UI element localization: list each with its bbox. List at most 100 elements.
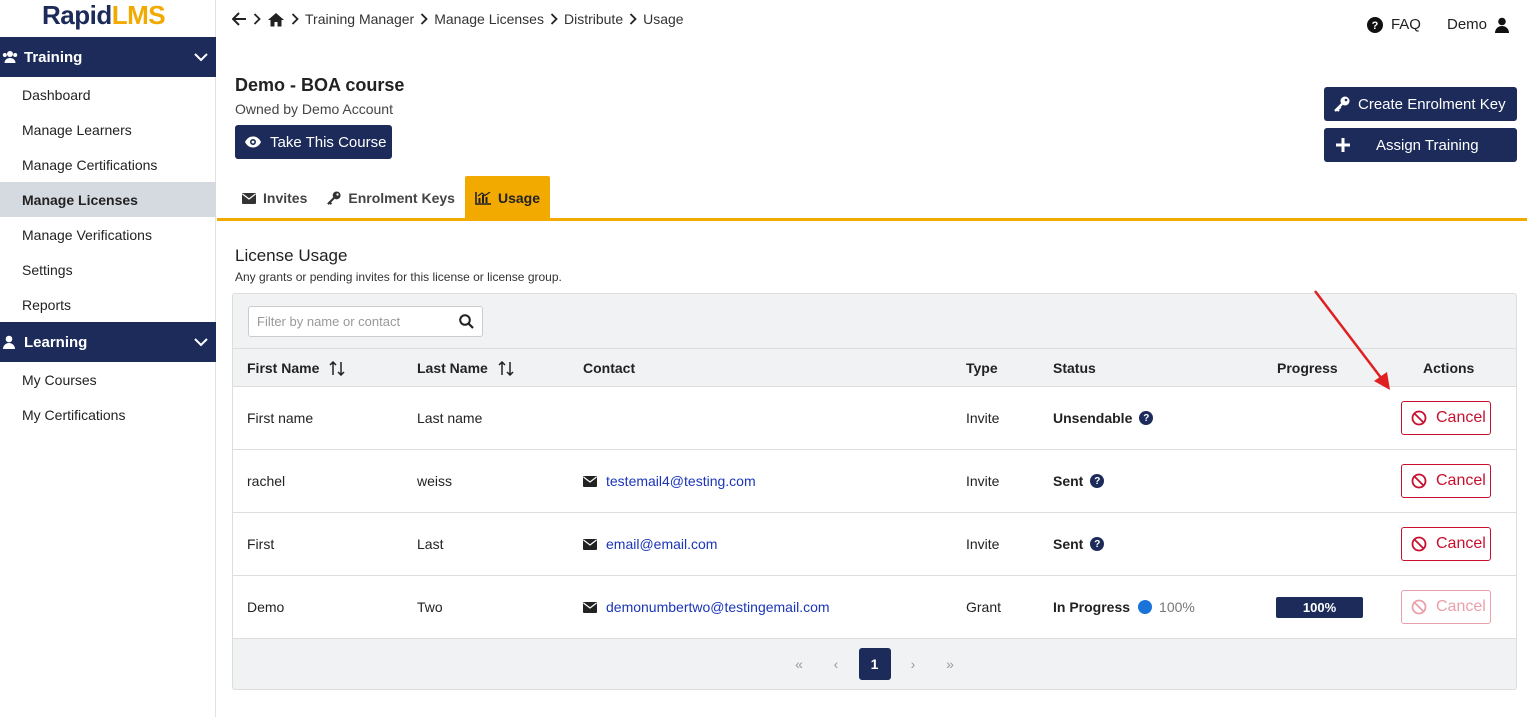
sidebar-section-learning[interactable]: Learning bbox=[0, 322, 216, 362]
cancel-button[interactable]: Cancel bbox=[1401, 590, 1491, 624]
page-last-button[interactable]: » bbox=[932, 648, 969, 680]
contact-email-link[interactable]: testemail4@testing.com bbox=[606, 473, 756, 489]
chevron-down-icon bbox=[194, 334, 208, 351]
cell-first-name: First name bbox=[247, 410, 314, 426]
page-first-button[interactable]: « bbox=[781, 648, 818, 680]
page-prev-button[interactable]: ‹ bbox=[818, 648, 855, 680]
filter-box bbox=[248, 306, 483, 337]
cell-status: Sent ? bbox=[1053, 450, 1105, 512]
take-course-button[interactable]: Take This Course bbox=[235, 125, 392, 159]
th-contact: Contact bbox=[583, 360, 636, 376]
cancel-label: Cancel bbox=[1436, 535, 1486, 552]
user-menu[interactable]: Demo bbox=[1447, 16, 1509, 33]
breadcrumb-usage: Usage bbox=[643, 11, 684, 27]
brand-logo[interactable]: RapidLMS bbox=[42, 0, 166, 32]
th-status: Status bbox=[1053, 360, 1096, 376]
sidebar-item-settings[interactable]: Settings bbox=[0, 252, 216, 287]
panel-title: License Usage bbox=[235, 246, 348, 265]
filter-input[interactable] bbox=[249, 307, 449, 336]
sidebar-section-learning-label: Learning bbox=[24, 333, 88, 351]
search-icon[interactable] bbox=[459, 314, 474, 334]
th-last-name-label: Last Name bbox=[417, 360, 488, 376]
cell-last-name: Last name bbox=[417, 410, 483, 426]
home-icon[interactable] bbox=[267, 12, 285, 27]
course-owner: Owned by Demo Account bbox=[235, 101, 393, 117]
cell-type: Invite bbox=[966, 536, 1000, 552]
sidebar-item-manage-verifications[interactable]: Manage Verifications bbox=[0, 217, 216, 252]
chart-icon bbox=[475, 191, 491, 205]
status-text: Sent bbox=[1053, 473, 1084, 489]
cell-actions: Cancel bbox=[1401, 576, 1491, 638]
breadcrumb-distribute[interactable]: Distribute bbox=[564, 11, 623, 27]
tab-enrolment-keys[interactable]: Enrolment Keys bbox=[317, 176, 465, 220]
th-type: Type bbox=[966, 360, 998, 376]
help-icon[interactable]: ? bbox=[1090, 537, 1105, 551]
th-actions: Actions bbox=[1423, 360, 1475, 376]
cell-first-name: rachel bbox=[247, 473, 286, 489]
cancel-button[interactable]: Cancel bbox=[1401, 527, 1491, 561]
contact-email-link[interactable]: email@email.com bbox=[606, 536, 717, 552]
ban-icon bbox=[1411, 473, 1427, 489]
status-text: Sent bbox=[1053, 536, 1084, 552]
cell-status: Sent ? bbox=[1053, 513, 1105, 575]
sidebar-item-manage-certifications[interactable]: Manage Certifications bbox=[0, 147, 216, 182]
cell-last-name: Two bbox=[417, 599, 443, 615]
sort-icon bbox=[498, 360, 514, 376]
breadcrumb-training-manager[interactable]: Training Manager bbox=[305, 11, 414, 27]
cancel-button[interactable]: Cancel bbox=[1401, 464, 1491, 498]
cell-status: In Progress 100% bbox=[1053, 576, 1195, 638]
breadcrumb-manage-licenses[interactable]: Manage Licenses bbox=[434, 11, 544, 27]
tab-usage[interactable]: Usage bbox=[464, 176, 550, 220]
sidebar-item-my-courses[interactable]: My Courses bbox=[0, 362, 216, 397]
chevron-right-icon bbox=[420, 13, 428, 25]
sidebar-section-training[interactable]: Training bbox=[0, 37, 216, 77]
breadcrumb: Training Manager Manage Licenses Distrib… bbox=[232, 9, 684, 29]
cell-actions: Cancel bbox=[1401, 450, 1491, 512]
sidebar-item-reports[interactable]: Reports bbox=[0, 287, 216, 322]
help-icon[interactable]: ? bbox=[1090, 474, 1105, 488]
create-enrolment-key-button[interactable]: Create Enrolment Key bbox=[1324, 87, 1517, 121]
contact-email-link[interactable]: demonumbertwo@testingemail.com bbox=[606, 599, 830, 615]
sidebar-item-dashboard[interactable]: Dashboard bbox=[0, 77, 216, 112]
eye-icon bbox=[245, 136, 261, 148]
faq-link[interactable]: ? FAQ bbox=[1366, 16, 1421, 33]
chevron-right-icon bbox=[550, 13, 558, 25]
tab-bar: Invites Enrolment Keys Usage bbox=[232, 176, 550, 220]
th-first-name-label: First Name bbox=[247, 360, 320, 376]
back-arrow-icon[interactable] bbox=[232, 12, 247, 26]
sidebar-item-manage-licenses[interactable]: Manage Licenses bbox=[0, 182, 216, 217]
tab-usage-label: Usage bbox=[497, 190, 540, 206]
user-icon bbox=[1495, 17, 1509, 33]
progress-bar: 100% bbox=[1276, 596, 1363, 618]
assign-training-label: Assign Training bbox=[1376, 136, 1479, 154]
status-percent: 100% bbox=[1159, 599, 1195, 615]
page-current-button[interactable]: 1 bbox=[858, 648, 891, 680]
page-next-button[interactable]: › bbox=[895, 648, 932, 680]
annotation-arrow-icon bbox=[1314, 290, 1390, 390]
user-icon bbox=[2, 335, 20, 349]
cancel-button[interactable]: Cancel bbox=[1401, 401, 1491, 435]
top-right-menu: ? FAQ Demo bbox=[1366, 16, 1509, 33]
ban-icon bbox=[1411, 599, 1427, 615]
status-text: Unsendable bbox=[1053, 410, 1133, 426]
chevron-right-icon bbox=[629, 13, 637, 25]
cell-contact: email@email.com bbox=[583, 513, 717, 575]
cell-actions: Cancel bbox=[1401, 387, 1491, 449]
help-icon[interactable]: ? bbox=[1139, 411, 1154, 425]
assign-training-button[interactable]: Assign Training bbox=[1324, 128, 1517, 162]
table-row: First Last email@email.com Invite Sent ?… bbox=[233, 513, 1516, 576]
th-first-name[interactable]: First Name bbox=[247, 349, 345, 387]
sidebar-item-manage-learners[interactable]: Manage Learners bbox=[0, 112, 216, 147]
sidebar-section-training-label: Training bbox=[24, 48, 83, 66]
cell-first-name: First bbox=[247, 536, 275, 552]
chevron-right-icon bbox=[253, 13, 261, 25]
brand-name-a: Rapid bbox=[42, 0, 112, 30]
take-course-label: Take This Course bbox=[270, 133, 387, 151]
cell-progress: 100% bbox=[1276, 576, 1363, 638]
tab-invites[interactable]: Invites bbox=[232, 176, 317, 220]
plus-icon bbox=[1336, 138, 1350, 152]
sidebar-item-my-certifications[interactable]: My Certifications bbox=[0, 397, 216, 432]
th-last-name[interactable]: Last Name bbox=[417, 349, 514, 387]
user-name: Demo bbox=[1446, 16, 1487, 33]
cell-last-name: Last bbox=[417, 536, 444, 552]
